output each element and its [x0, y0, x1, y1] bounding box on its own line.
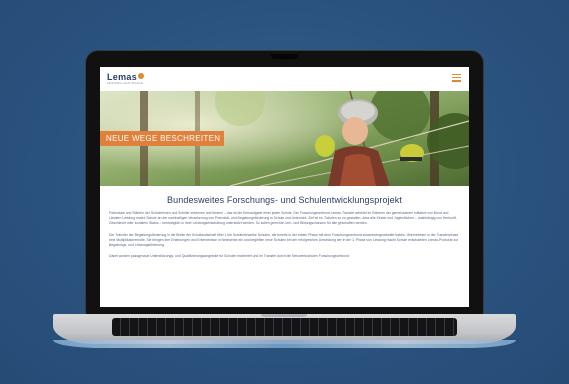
- hamburger-menu-icon[interactable]: [452, 74, 461, 82]
- logo-wordmark: Lemas: [107, 72, 145, 82]
- hero-banner: NEUE WEGE BESCHREITEN: [100, 131, 224, 146]
- support-paragraph: Dabei wurden passgenaue Unterstützungs- …: [109, 254, 349, 259]
- page-headline: Bundesweites Forschungs- und Schulentwic…: [167, 195, 402, 205]
- main-content: Bundesweites Forschungs- und Schulentwic…: [100, 186, 469, 307]
- laptop-lid: Lemas LEISTUNG macht SCHULE NEUE WEGE BE…: [86, 51, 483, 316]
- logo-mark-icon: [138, 73, 145, 79]
- logo-text: Lemas: [107, 72, 138, 82]
- laptop-base-glow: [53, 340, 516, 348]
- laptop-keyboard: [112, 318, 457, 336]
- transfer-paragraph: Der Transfer der Begabungsförderung in d…: [109, 232, 459, 248]
- hinge-notch: [261, 314, 307, 317]
- intro-paragraph: Potenziale und Stärken der Schülerinnen …: [109, 211, 457, 226]
- camera-notch: [271, 54, 298, 59]
- site-header: Lemas LEISTUNG macht SCHULE: [100, 67, 469, 91]
- logo-tagline: LEISTUNG macht SCHULE: [107, 82, 144, 85]
- laptop-screen: Lemas LEISTUNG macht SCHULE NEUE WEGE BE…: [100, 67, 469, 307]
- hero-section: NEUE WEGE BESCHREITEN: [100, 91, 469, 186]
- site-logo[interactable]: Lemas LEISTUNG macht SCHULE: [107, 72, 145, 86]
